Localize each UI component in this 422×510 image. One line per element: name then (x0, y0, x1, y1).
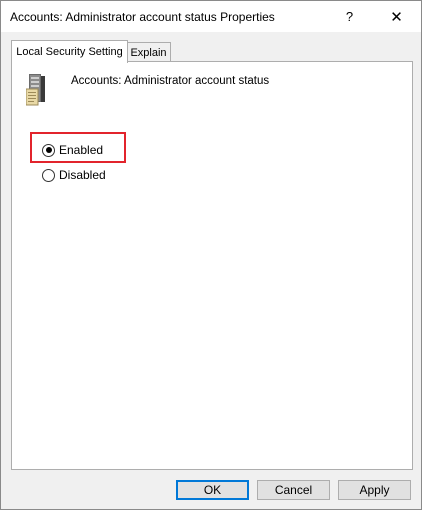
ok-button[interactable]: OK (176, 480, 249, 500)
apply-button[interactable]: Apply (338, 480, 411, 500)
tab-explain[interactable]: Explain (126, 42, 171, 62)
radio-enabled-label[interactable]: Enabled (59, 143, 103, 157)
tab-panel-local-security-setting: Accounts: Administrator account status E… (11, 61, 413, 470)
properties-dialog: Accounts: Administrator account status P… (0, 0, 422, 510)
server-policy-icon (26, 74, 45, 106)
window-title: Accounts: Administrator account status P… (10, 10, 275, 24)
radio-disabled[interactable]: Disabled (42, 167, 106, 183)
policy-name: Accounts: Administrator account status (71, 75, 270, 87)
title-bar: Accounts: Administrator account status P… (1, 1, 421, 32)
close-button[interactable]: ✕ (374, 1, 419, 32)
help-button[interactable]: ? (327, 1, 372, 32)
radio-enabled[interactable]: Enabled (42, 142, 103, 158)
cancel-button[interactable]: Cancel (257, 480, 330, 500)
radio-disabled-label[interactable]: Disabled (59, 168, 106, 182)
radio-disabled-indicator[interactable] (42, 168, 55, 182)
radio-enabled-indicator[interactable] (42, 143, 55, 157)
tab-local-security-setting[interactable]: Local Security Setting (11, 40, 128, 63)
